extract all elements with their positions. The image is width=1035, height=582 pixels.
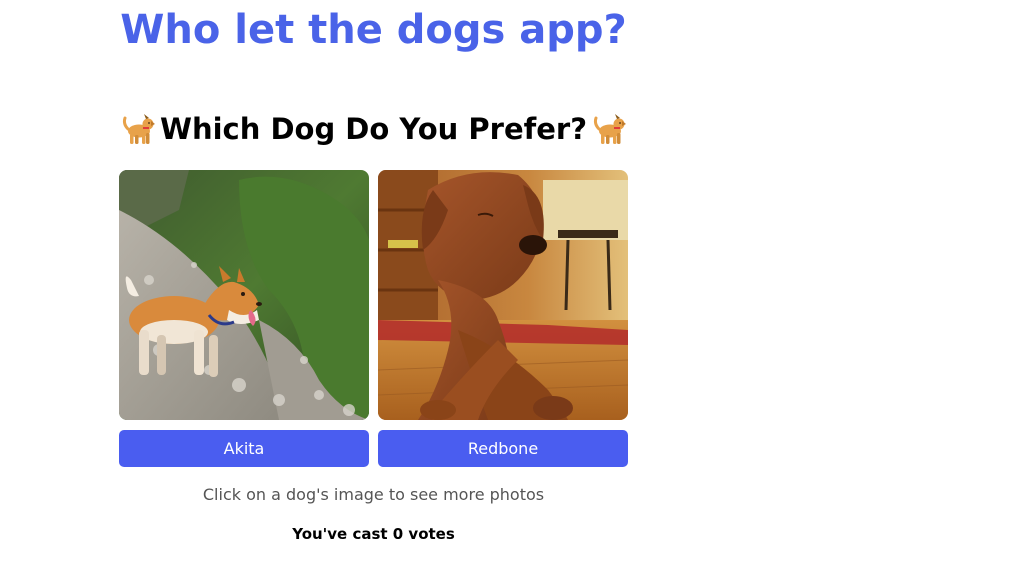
vote-redbone-button[interactable]: Redbone [378,430,628,467]
vote-akita-button[interactable]: Akita [119,430,369,467]
page: Who let the dogs app? Which Dog Do You P… [0,0,1035,582]
hint-text: Click on a dog's image to see more photo… [202,485,545,504]
question-text: Which Dog Do You Prefer? [159,112,588,146]
vote-count: You've cast 0 votes [292,525,455,543]
akita-photo[interactable] [119,170,369,420]
question-heading: Which Dog Do You Prefer? [0,108,747,150]
dog-icon [120,112,156,146]
redbone-photo[interactable] [378,170,628,420]
app-title: Who let the dogs app? [120,7,627,53]
dog-icon [591,112,627,146]
